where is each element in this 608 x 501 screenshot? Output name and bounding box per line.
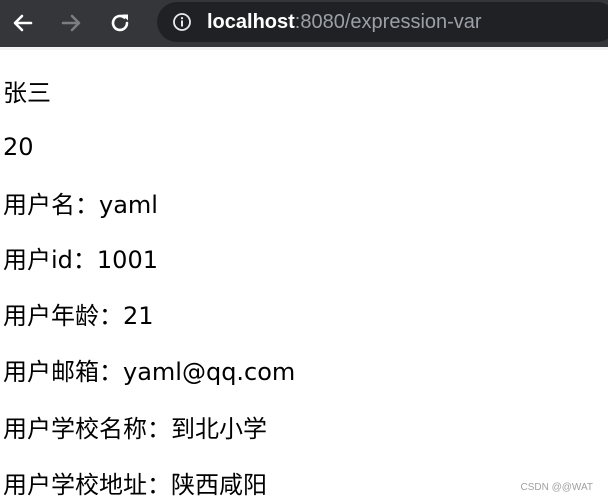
back-button[interactable] bbox=[8, 8, 38, 38]
info-icon[interactable] bbox=[172, 12, 192, 32]
url-text[interactable]: localhost:8080/expression-var bbox=[207, 10, 482, 34]
reload-icon bbox=[111, 14, 129, 32]
name-value: 张三 bbox=[3, 79, 51, 107]
toolbar-divider bbox=[0, 47, 608, 50]
school-name-line: 用户学校名称：到北小学 bbox=[3, 415, 267, 443]
forward-button[interactable] bbox=[56, 8, 86, 38]
school-address-line: 用户学校地址：陕西咸阳 bbox=[3, 471, 267, 499]
user-age-line: 用户年龄：21 bbox=[3, 302, 154, 330]
address-bar[interactable]: localhost:8080/expression-var bbox=[157, 2, 608, 42]
user-id-line: 用户id：1001 bbox=[3, 246, 158, 274]
url-port: :8080 bbox=[294, 11, 345, 33]
username-line: 用户名：yaml bbox=[3, 191, 158, 219]
url-path: /expression-var bbox=[344, 11, 482, 33]
forward-arrow-icon bbox=[61, 14, 81, 32]
reload-button[interactable] bbox=[105, 8, 135, 38]
browser-toolbar: localhost:8080/expression-var bbox=[0, 0, 608, 47]
url-host: localhost bbox=[207, 11, 295, 33]
user-email-line: 用户邮箱：yaml@qq.com bbox=[3, 358, 296, 386]
csdn-watermark: CSDN @@WAT bbox=[520, 482, 593, 493]
back-arrow-icon bbox=[13, 14, 33, 32]
age-value: 20 bbox=[3, 133, 34, 161]
